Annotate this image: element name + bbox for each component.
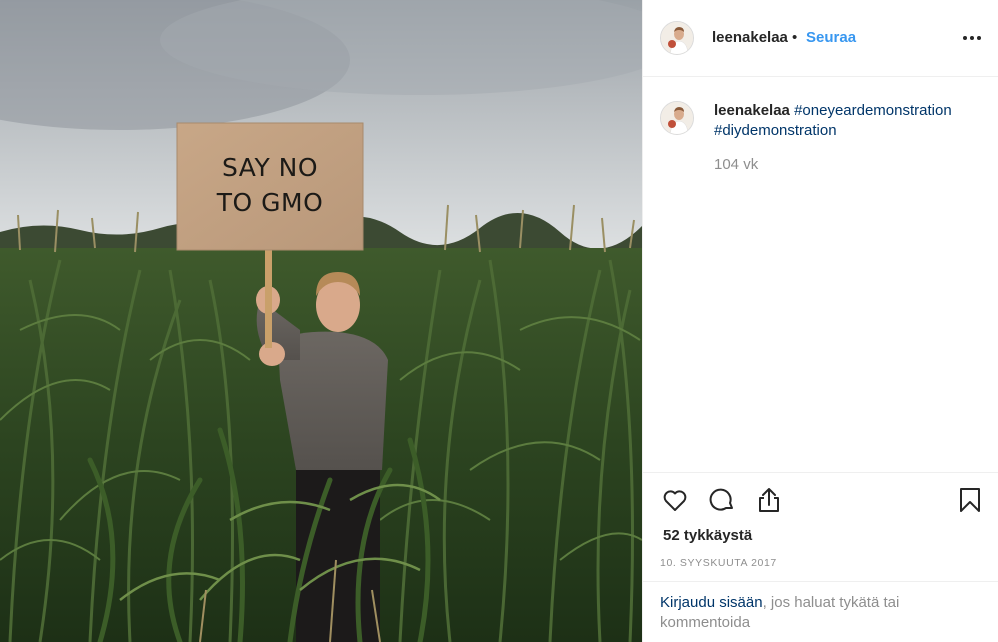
post-caption: leenakelaa #oneyeardemonstration #diydem…	[714, 101, 984, 140]
comment-icon[interactable]	[708, 486, 738, 516]
divider	[643, 581, 998, 582]
share-icon[interactable]	[755, 486, 785, 516]
hashtag-oneyeardemonstration[interactable]: #oneyeardemonstration	[794, 102, 952, 119]
bookmark-icon[interactable]	[956, 486, 986, 516]
follow-button[interactable]: Seuraa	[806, 29, 856, 46]
login-link[interactable]: Kirjaudu sisään	[660, 594, 763, 611]
caption-avatar[interactable]	[660, 101, 694, 135]
profile-avatar[interactable]	[660, 21, 694, 55]
avatar-image	[661, 22, 693, 54]
post-sidebar: leenakelaa • Seuraa leenakelaa #oneyeard…	[642, 0, 998, 642]
corn-field-photo	[0, 0, 642, 642]
post-image: SAY NO TO GMO	[0, 0, 642, 642]
caption-username[interactable]: leenakelaa	[714, 102, 790, 119]
avatar-image	[661, 102, 693, 134]
divider	[643, 472, 998, 473]
caption-time-ago[interactable]: 104 vk	[714, 156, 758, 173]
hashtag-diydemonstration[interactable]: #diydemonstration	[714, 122, 837, 139]
header-separator: •	[792, 29, 798, 46]
post-header: leenakelaa • Seuraa	[643, 0, 998, 77]
post-date: 10. SYYSKUUTA 2017	[660, 557, 777, 569]
login-prompt: Kirjaudu sisään, jos haluat tykätä tai k…	[660, 593, 960, 633]
heart-icon[interactable]	[661, 486, 691, 516]
sign-text: SAY NO TO GMO	[216, 153, 324, 217]
more-options-icon[interactable]	[961, 28, 983, 48]
header-username[interactable]: leenakelaa	[712, 29, 788, 46]
likes-count[interactable]: 52 tykkäystä	[663, 527, 752, 544]
